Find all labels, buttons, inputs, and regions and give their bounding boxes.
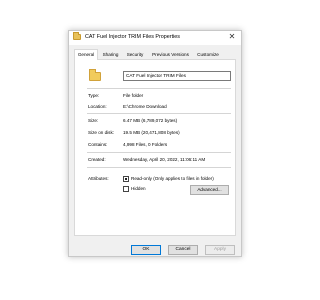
tab-customize[interactable]: Customize (194, 49, 222, 59)
tab-sharing[interactable]: Sharing (99, 49, 122, 59)
created-label: Created: (88, 157, 106, 162)
contains-label: Contains: (88, 142, 108, 147)
type-label: Type: (88, 93, 100, 98)
close-button[interactable]: ✕ (227, 32, 237, 42)
size-on-disk-label: Size on disk: (88, 130, 115, 135)
size-value: 6.47 MB (6,789,072 bytes) (123, 118, 178, 123)
created-value: Wednesday, April 20, 2022, 11:06:11 AM (123, 157, 206, 162)
tab-general[interactable]: General (74, 49, 98, 60)
tab-previous-versions[interactable]: Previous Versions (148, 49, 193, 59)
readonly-label: Read-only (Only applies to files in fold… (131, 176, 214, 181)
tab-security[interactable]: Security (123, 49, 147, 59)
divider (87, 167, 231, 168)
folder-name-field[interactable]: CAT Fuel Injector TRIM Files (123, 71, 231, 81)
window-title: CAT Fuel Injector TRIM Files Properties (85, 34, 180, 40)
contains-value: 4,998 Files, 0 Folders (123, 142, 168, 147)
folder-icon (89, 69, 101, 81)
size-on-disk-value: 19.5 MB (20,471,808 bytes) (123, 130, 180, 135)
ok-button[interactable]: OK (131, 245, 161, 255)
attributes-label: Attributes: (88, 176, 109, 181)
divider (87, 113, 231, 114)
general-panel: CAT Fuel Injector TRIM Files Type: File … (74, 59, 236, 236)
size-label: Size: (88, 118, 99, 123)
type-value: File folder (123, 93, 144, 98)
location-value: E:\Chrome Download (123, 104, 167, 109)
location-label: Location: (88, 104, 107, 109)
cancel-button[interactable]: Cancel (168, 245, 198, 255)
advanced-button[interactable]: Advanced... (190, 185, 229, 195)
divider (87, 152, 231, 153)
readonly-checkbox[interactable] (123, 176, 129, 182)
divider (87, 88, 231, 89)
apply-button[interactable]: Apply (205, 245, 235, 255)
hidden-label: Hidden (131, 186, 146, 191)
properties-dialog: CAT Fuel Injector TRIM Files Properties … (68, 30, 242, 257)
hidden-checkbox[interactable] (123, 186, 129, 192)
folder-icon (73, 32, 81, 40)
title-bar: CAT Fuel Injector TRIM Files Properties … (69, 31, 241, 45)
